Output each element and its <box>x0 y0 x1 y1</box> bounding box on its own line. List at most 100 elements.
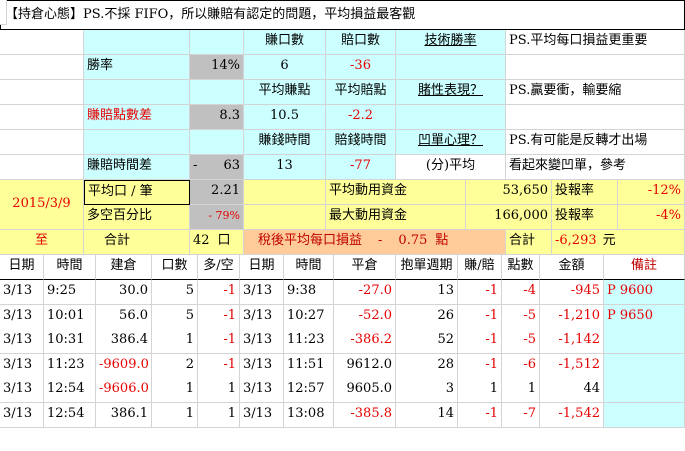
column-header: 多/空 <box>198 255 240 280</box>
column-header: 抱單週期 <box>396 255 458 280</box>
column-header: 時間 <box>44 255 96 280</box>
blank-cell <box>84 30 190 55</box>
cell-date-open: 3/13 <box>0 280 44 305</box>
total-count: 42 口 <box>190 230 244 255</box>
cell-date-close: 3/13 <box>240 305 284 330</box>
cell-date-open: 3/13 <box>0 378 44 403</box>
blank-cell <box>0 130 84 155</box>
blank-cell <box>0 105 84 130</box>
column-header: 賺/賠 <box>458 255 502 280</box>
cell-date-close: 3/13 <box>240 354 284 379</box>
blank <box>0 0 7 25</box>
cell-note <box>604 378 685 403</box>
cell-open-price: 386.4 <box>96 329 152 354</box>
cell-win-loss: 1 <box>458 378 502 403</box>
column-header: 時間 <box>284 255 334 280</box>
cell-long-short: -1 <box>198 305 240 330</box>
points-diff-label: 賺賠點數差 <box>84 105 190 130</box>
cell-close-price: -386.2 <box>334 329 396 354</box>
sheet-title: 【持倉心態】PS.不採 FIFO，所以賺賠有認定的問題，平均損益最客觀 <box>0 0 685 30</box>
link-contrarian-psychology[interactable]: 凹單心理？ <box>396 130 506 155</box>
avg-win-points-label: 平均賺點 <box>244 80 326 105</box>
roi-label-1: 投報率 <box>552 180 618 205</box>
cell-close-price: -385.8 <box>334 403 396 428</box>
cell-close-price: -52.0 <box>334 305 396 330</box>
avg-per-trade-value: 2.21 <box>190 180 244 205</box>
cell-points: -7 <box>502 403 540 428</box>
cell-date-close: 3/13 <box>240 403 284 428</box>
cell-win-loss: -1 <box>458 354 502 379</box>
blank-cell <box>0 55 84 80</box>
cell-date-close: 3/13 <box>240 280 284 305</box>
max-capital-label: 最大動用資金 <box>326 205 466 230</box>
loss-time-label: 賠錢時間 <box>326 130 396 155</box>
cell-close-price: 9605.0 <box>334 378 396 403</box>
link-technical-win-rate[interactable]: 技術勝率 <box>396 30 506 55</box>
cell-open-price: 30.0 <box>96 280 152 305</box>
cell-open-price: -9609.0 <box>96 354 152 379</box>
column-header: 口數 <box>152 255 198 280</box>
blank-cell <box>190 80 244 105</box>
loss-count-value: -36 <box>326 55 396 80</box>
cell-date-close: 3/13 <box>240 329 284 354</box>
cell-qty: 5 <box>152 305 198 330</box>
blank-cell <box>396 55 506 80</box>
win-rate-label: 勝率 <box>84 55 190 80</box>
link-gambling-behavior[interactable]: 賭性表現？ <box>396 80 506 105</box>
avg-loss-points-label: 平均賠點 <box>326 80 396 105</box>
cell-close-price: 9612.0 <box>334 354 396 379</box>
cell-hold-period: 3 <box>396 378 458 403</box>
after-tax-avg: 稅後平均每口損益 -0.75 點 <box>244 230 506 255</box>
total-amount-label: 合計 <box>506 230 552 255</box>
cell-amount: -1,210 <box>540 305 604 330</box>
cell-time-open: 11:23 <box>44 354 96 379</box>
note-4: 看起來變凹單，參考 <box>506 155 685 180</box>
spreadsheet: 【持倉心態】PS.不採 FIFO，所以賺賠有認定的問題，平均損益最客觀 賺口數 … <box>0 0 685 451</box>
blank-cell <box>0 80 84 105</box>
win-rate-value: 14% <box>190 55 244 80</box>
blank-cell <box>506 55 685 80</box>
cell-win-loss: -1 <box>458 305 502 330</box>
cell-open-price: -9606.0 <box>96 378 152 403</box>
cell-win-loss: -1 <box>458 329 502 354</box>
blank-cell <box>84 80 190 105</box>
cell-note <box>604 354 685 379</box>
long-short-pct-value: - 79% <box>190 205 244 230</box>
note-3: PS.有可能是反轉才出場 <box>506 130 685 155</box>
max-capital-value: 166,000 <box>466 205 552 230</box>
cell-open-price: 56.0 <box>96 305 152 330</box>
cell-hold-period: 13 <box>396 280 458 305</box>
column-header: 日期 <box>0 255 44 280</box>
cell-hold-period: 26 <box>396 305 458 330</box>
blank-cell <box>0 30 84 55</box>
cell-qty: 1 <box>152 403 198 428</box>
cell-date-open: 3/13 <box>0 305 44 330</box>
cell-points: -4 <box>502 280 540 305</box>
cell-win-loss: -1 <box>458 403 502 428</box>
win-time-value: 13 <box>244 155 326 180</box>
cell-date-close: 3/13 <box>240 378 284 403</box>
blank-cell <box>0 155 84 180</box>
cell-qty: 5 <box>152 280 198 305</box>
time-diff-value: -63 <box>190 155 244 180</box>
roi-label-2: 投報率 <box>552 205 618 230</box>
cell-amount: 44 <box>540 378 604 403</box>
avg-win-points-value: 10.5 <box>244 105 326 130</box>
points-diff-value: 8.3 <box>190 105 244 130</box>
cell-date-open: 3/13 <box>0 329 44 354</box>
column-header: 點數 <box>502 255 540 280</box>
cell-hold-period: 28 <box>396 354 458 379</box>
cell-amount: -1,142 <box>540 329 604 354</box>
blank-cell <box>506 105 685 130</box>
cell-time-open: 9:25 <box>44 280 96 305</box>
total-label: 合計 <box>84 230 190 255</box>
blank-cell <box>190 30 244 55</box>
cell-long-short: -1 <box>198 329 240 354</box>
avg-capital-value: 53,650 <box>466 180 552 205</box>
column-header: 日期 <box>240 255 284 280</box>
roi-value-1: -12% <box>618 180 685 205</box>
cell-time-close: 13:08 <box>284 403 334 428</box>
avg-loss-points-value: -2.2 <box>326 105 396 130</box>
cell-qty: 1 <box>152 378 198 403</box>
time-diff-label: 賺賠時間差 <box>84 155 190 180</box>
